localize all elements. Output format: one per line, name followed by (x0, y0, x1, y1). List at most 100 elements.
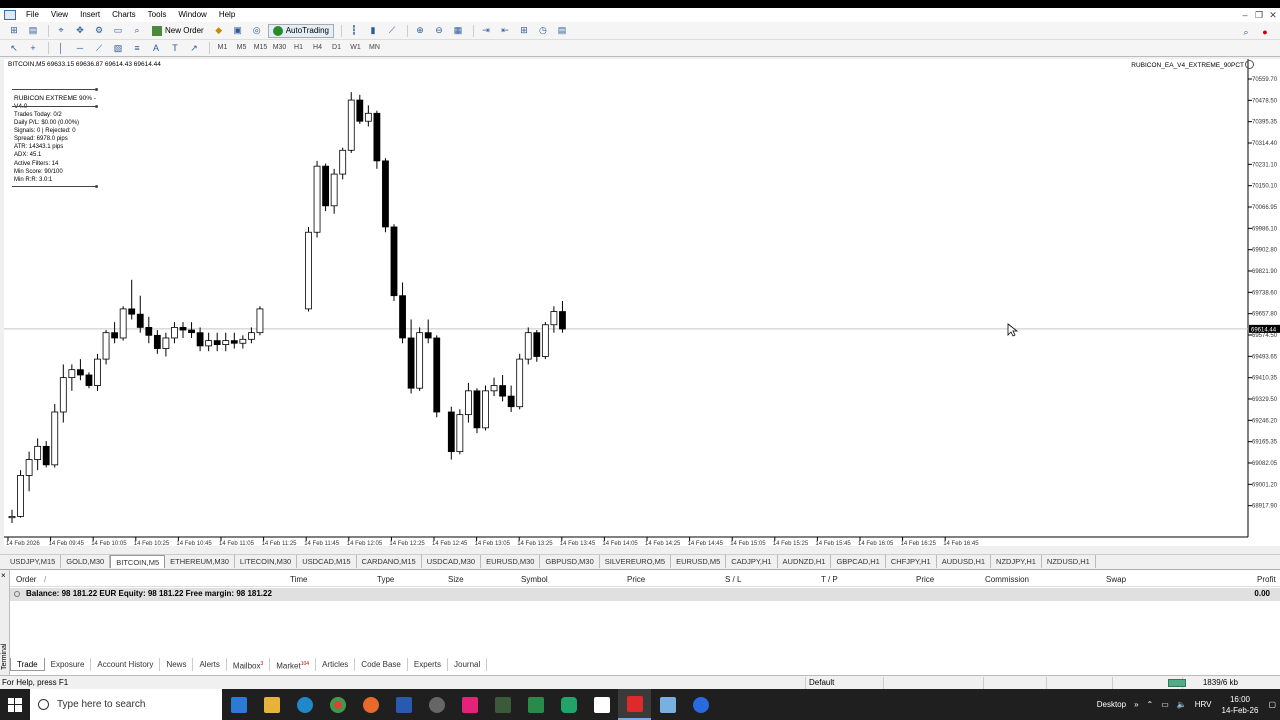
tab-journal[interactable]: Journal (448, 657, 488, 671)
tile-windows-icon[interactable]: ▦ (450, 24, 466, 38)
tab-exposure[interactable]: Exposure (45, 657, 92, 671)
search-icon[interactable]: ⌕ (1238, 25, 1254, 39)
market-watch-icon[interactable]: ⌖ (53, 24, 69, 38)
chevron-icon[interactable]: » (1134, 700, 1138, 709)
chart-tab-eurusd-m30[interactable]: EURUSD,M30 (481, 555, 541, 568)
metatrader-icon[interactable] (519, 689, 552, 720)
start-button[interactable] (0, 689, 30, 720)
col-symbol[interactable]: Symbol (521, 575, 548, 584)
text-icon[interactable]: A (148, 41, 164, 55)
tab-code-base[interactable]: Code Base (355, 657, 408, 671)
chrome-icon[interactable] (321, 689, 354, 720)
metaeditor-icon[interactable]: ◆ (211, 24, 227, 38)
col-order[interactable]: Order (16, 575, 36, 584)
timeframe-mn[interactable]: MN (366, 42, 383, 54)
desktop-toolbar[interactable]: Desktop (1097, 700, 1126, 709)
print-icon[interactable]: ▣ (230, 24, 246, 38)
chart-tab-silvereuro-m5[interactable]: SILVEREURO,M5 (600, 555, 672, 568)
app-blue-icon[interactable] (684, 689, 717, 720)
terminal-icon[interactable]: ▭ (110, 24, 126, 38)
col-current-price[interactable]: Price (916, 575, 934, 584)
recorder-icon[interactable] (618, 689, 651, 720)
navigator-icon[interactable]: ⚙ (91, 24, 107, 38)
col-price[interactable]: Price (627, 575, 645, 584)
new-order-button[interactable]: New Order (148, 24, 208, 38)
channel-icon[interactable]: ▧ (110, 41, 126, 55)
zoom-in-icon[interactable]: ⊕ (412, 24, 428, 38)
task-view-icon[interactable] (222, 689, 255, 720)
menu-help[interactable]: Help (213, 8, 241, 22)
notes-icon[interactable] (651, 689, 684, 720)
chart-tab-bitcoin-m5[interactable]: BITCOIN,M5 (110, 555, 166, 568)
chart-tab-nzdusd-h1[interactable]: NZDUSD,H1 (1042, 555, 1096, 568)
chart-tab-eurusd-m5[interactable]: EURUSD,M5 (671, 555, 727, 568)
col-size[interactable]: Size (448, 575, 464, 584)
templates-icon[interactable]: ▤ (554, 24, 570, 38)
chart-tab-usdcad-m15[interactable]: USDCAD,M15 (297, 555, 357, 568)
tab-market[interactable]: Market104 (270, 657, 317, 671)
vertical-line-icon[interactable]: │ (53, 41, 69, 55)
notification-icon[interactable]: ▢ (1268, 700, 1276, 709)
col-type[interactable]: Type (377, 575, 394, 584)
chart-tab-gold-m30[interactable]: GOLD,M30 (61, 555, 111, 568)
close-icon[interactable]: × (1, 571, 6, 580)
alert-icon[interactable]: ● (1257, 25, 1273, 39)
firefox-icon[interactable] (354, 689, 387, 720)
tab-trade[interactable]: Trade (10, 657, 45, 671)
arrows-icon[interactable]: ↗ (186, 41, 202, 55)
data-window-icon[interactable]: ✥ (72, 24, 88, 38)
periods-icon[interactable]: ◷ (535, 24, 551, 38)
timeframe-m15[interactable]: M15 (252, 42, 269, 54)
network-icon[interactable]: ▭ (1161, 700, 1169, 709)
col-sl[interactable]: S / L (725, 575, 741, 584)
timeframe-d1[interactable]: D1 (328, 42, 345, 54)
chart-tab-usdjpy-m15[interactable]: USDJPY,M15 (5, 555, 62, 568)
chart-tab-cardano-m15[interactable]: CARDANO,M15 (357, 555, 422, 568)
language-indicator[interactable]: HRV (1195, 700, 1212, 709)
line-chart-icon[interactable]: ⟋ (384, 24, 400, 38)
chart-tab-chfjpy-h1[interactable]: CHFJPY,H1 (886, 555, 937, 568)
zoom-out-icon[interactable]: ⊖ (431, 24, 447, 38)
timeframe-m30[interactable]: M30 (271, 42, 288, 54)
chart-tab-cadjpy-h1[interactable]: CADJPY,H1 (726, 555, 778, 568)
tab-alerts[interactable]: Alerts (193, 657, 227, 671)
chart-tab-ethereum-m30[interactable]: ETHEREUM,M30 (165, 555, 235, 568)
cursor-icon[interactable]: ↖ (6, 41, 22, 55)
trendline-icon[interactable]: ⟋ (91, 41, 107, 55)
chart-tab-usdcad-m30[interactable]: USDCAD,M30 (422, 555, 482, 568)
chart-tab-audusd-h1[interactable]: AUDUSD,H1 (937, 555, 992, 568)
balance-row[interactable]: Balance: 98 181.22 EUR Equity: 98 181.22… (10, 588, 1280, 601)
axi-icon[interactable] (453, 689, 486, 720)
word-icon[interactable] (387, 689, 420, 720)
price-chart[interactable]: 70559.70 70478.50 70395.35 70314.40 70231.10… (4, 59, 1280, 546)
label-icon[interactable]: T (167, 41, 183, 55)
minimize-icon[interactable]: ‒ (1238, 8, 1252, 22)
tab-experts[interactable]: Experts (408, 657, 449, 671)
crosshair-icon[interactable]: + (25, 41, 41, 55)
tab-account-history[interactable]: Account History (91, 657, 161, 671)
file-explorer-icon[interactable] (255, 689, 288, 720)
volume-icon[interactable]: 🔈 (1177, 700, 1187, 709)
bar-chart-icon[interactable]: ┇ (346, 24, 362, 38)
tab-articles[interactable]: Articles (316, 657, 356, 671)
horizontal-line-icon[interactable]: ─ (72, 41, 88, 55)
col-commission[interactable]: Commission (985, 575, 1029, 584)
autoscroll-icon[interactable]: ⇥ (478, 24, 494, 38)
menu-file[interactable]: File (20, 8, 45, 22)
col-time[interactable]: Time (290, 575, 307, 584)
chart-tab-gbpcad-h1[interactable]: GBPCAD,H1 (831, 555, 886, 568)
timeframe-h4[interactable]: H4 (309, 42, 326, 54)
clock[interactable]: 16:00 14-Feb-26 (1222, 694, 1259, 716)
edge-icon[interactable] (288, 689, 321, 720)
menu-insert[interactable]: Insert (74, 8, 106, 22)
app-8-icon[interactable] (552, 689, 585, 720)
indicators-icon[interactable]: ⊞ (516, 24, 532, 38)
menu-window[interactable]: Window (172, 8, 212, 22)
timeframe-m1[interactable]: M1 (214, 42, 231, 54)
autotrading-button[interactable]: AutoTrading (267, 23, 334, 38)
tab-news[interactable]: News (160, 657, 194, 671)
show-hidden-icon[interactable]: ⌃ (1147, 700, 1154, 709)
settings-app-icon[interactable] (420, 689, 453, 720)
signals-icon[interactable]: ◎ (249, 24, 265, 38)
menu-charts[interactable]: Charts (106, 8, 142, 22)
